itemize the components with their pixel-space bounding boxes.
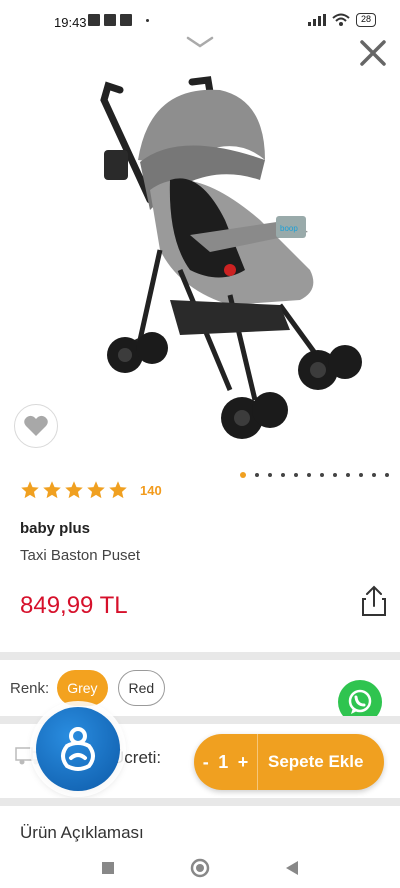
rating-count: 140 bbox=[140, 482, 162, 498]
star-icon bbox=[109, 481, 127, 499]
system-navigation-bar bbox=[0, 848, 400, 888]
share-icon[interactable] bbox=[360, 584, 388, 618]
nav-home-icon[interactable] bbox=[190, 858, 210, 878]
carousel-dot[interactable] bbox=[281, 473, 285, 477]
quantity-value: 1 bbox=[218, 751, 229, 772]
product-price: 849,99 TL bbox=[20, 592, 128, 619]
quantity-stepper: - 1 + bbox=[194, 734, 258, 790]
color-label: Renk: bbox=[10, 679, 50, 697]
whatsapp-icon bbox=[348, 689, 372, 714]
system-icons: 28 bbox=[307, 13, 376, 27]
carousel-dot[interactable] bbox=[268, 473, 272, 477]
description-title[interactable]: Ürün Açıklaması bbox=[20, 823, 144, 843]
brand-tag-text: boop bbox=[280, 224, 298, 233]
color-option-red[interactable]: Red bbox=[117, 670, 166, 706]
add-to-cart-button[interactable]: Sepete Ekle bbox=[258, 752, 363, 772]
carousel-dot[interactable] bbox=[346, 473, 350, 477]
decrease-quantity-button[interactable]: - bbox=[203, 752, 209, 773]
baby-app-button[interactable] bbox=[36, 707, 120, 791]
nav-square-icon[interactable] bbox=[101, 861, 115, 875]
carousel-indicator[interactable] bbox=[240, 472, 389, 478]
color-selector: Renk: Grey Red bbox=[10, 670, 175, 706]
star-icon bbox=[43, 481, 61, 499]
chevron-down-icon[interactable] bbox=[185, 34, 215, 50]
product-image[interactable]: boop bbox=[80, 70, 380, 460]
notification-icon bbox=[104, 14, 116, 26]
section-divider bbox=[0, 798, 400, 806]
star-icon bbox=[87, 481, 105, 499]
add-to-cart-bar: - 1 + Sepete Ekle bbox=[194, 734, 384, 790]
carousel-dot[interactable] bbox=[240, 472, 246, 478]
star-icon bbox=[21, 481, 39, 499]
product-name: Taxi Baston Puset bbox=[20, 547, 141, 564]
carousel-dot[interactable] bbox=[294, 473, 298, 477]
wifi-icon bbox=[332, 13, 350, 26]
battery-icon: 28 bbox=[355, 13, 376, 27]
notification-icons bbox=[88, 14, 149, 26]
carousel-dot[interactable] bbox=[359, 473, 363, 477]
notification-icon bbox=[88, 14, 100, 26]
heart-icon bbox=[24, 415, 48, 436]
nav-back-icon[interactable] bbox=[285, 860, 299, 876]
carousel-dot[interactable] bbox=[372, 473, 376, 477]
carousel-dot[interactable] bbox=[385, 473, 389, 477]
baby-app-icon bbox=[61, 727, 95, 771]
section-divider bbox=[0, 652, 400, 660]
close-icon[interactable] bbox=[356, 36, 390, 70]
signal-icon bbox=[307, 14, 326, 26]
carousel-dot[interactable] bbox=[307, 473, 311, 477]
more-notifications-icon bbox=[146, 18, 149, 22]
notification-icon bbox=[120, 14, 132, 26]
carousel-dot[interactable] bbox=[255, 473, 259, 477]
status-time: 19:43 bbox=[54, 15, 87, 30]
carousel-dot[interactable] bbox=[333, 473, 337, 477]
color-option-grey[interactable]: Grey bbox=[57, 670, 108, 706]
rating[interactable]: 140 bbox=[20, 480, 162, 500]
product-brand[interactable]: baby plus bbox=[20, 520, 90, 537]
carousel-dot[interactable] bbox=[320, 473, 324, 477]
favorite-button[interactable] bbox=[14, 404, 58, 448]
star-icon bbox=[65, 481, 83, 499]
increase-quantity-button[interactable]: + bbox=[238, 752, 249, 773]
